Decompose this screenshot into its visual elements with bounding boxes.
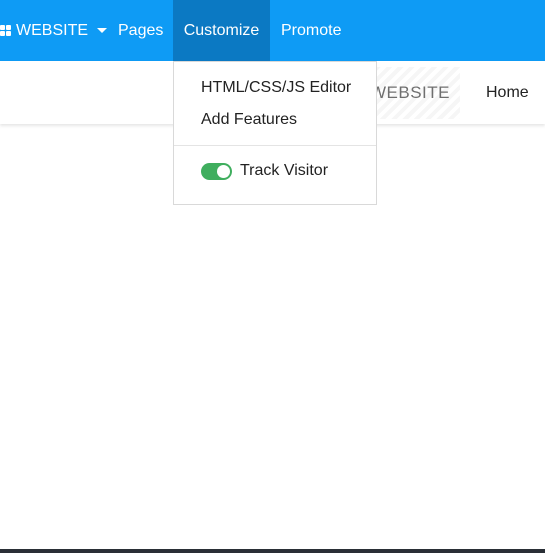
add-features-item[interactable]: Add Features [201, 111, 297, 129]
website-menu-label: WEBSITE [16, 21, 89, 39]
html-css-js-editor-item[interactable]: HTML/CSS/JS Editor [201, 79, 351, 97]
bottom-edge [0, 549, 545, 553]
pages-menu[interactable]: Pages [118, 0, 163, 61]
track-visitor-toggle-row[interactable]: Track Visitor [201, 160, 328, 182]
website-menu[interactable]: WEBSITE [0, 0, 108, 61]
apps-grid-icon [0, 25, 11, 36]
track-visitor-toggle[interactable] [201, 162, 232, 180]
promote-menu[interactable]: Promote [281, 0, 341, 61]
site-brand[interactable]: WEBSITE [370, 83, 450, 103]
toggle-knob [217, 164, 230, 178]
dropdown-divider [174, 145, 376, 146]
track-visitor-label: Track Visitor [240, 162, 329, 179]
site-nav-home[interactable]: Home [486, 84, 529, 102]
customize-dropdown: HTML/CSS/JS Editor Add Features Track Vi… [173, 61, 377, 205]
customize-menu[interactable]: Customize [173, 0, 270, 61]
top-navbar: WEBSITE Pages Customize Promote [0, 0, 545, 61]
caret-down-icon [97, 28, 108, 33]
